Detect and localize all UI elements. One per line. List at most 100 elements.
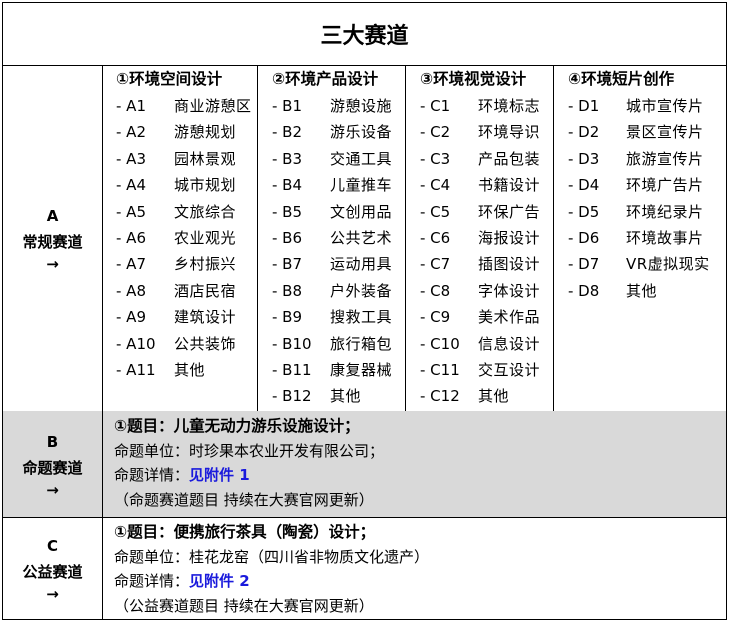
item-name: VR虚拟现实 [626, 255, 710, 274]
item-name: 公共装饰 [174, 334, 237, 353]
list-item: - B7 运动用具 [258, 251, 405, 277]
item-code: - B5 [272, 202, 303, 221]
item-name: 旅行箱包 [330, 334, 393, 353]
track-c-detail-label: 命题详情： [114, 572, 190, 590]
item-name: 交通工具 [330, 149, 393, 168]
track-c-letter: C [46, 537, 58, 555]
item-code: - C7 [420, 255, 451, 274]
item-code: - C8 [420, 281, 451, 300]
list-item: - B8 户外装备 [258, 278, 405, 304]
track-c-attachment-link[interactable]: 见附件 2 [189, 572, 250, 590]
item-code: - A2 [116, 123, 146, 142]
list-item: - A10 公共装饰 [102, 331, 257, 357]
item-name: 旅游宣传片 [626, 149, 704, 168]
track-b-unit: 命题单位：时珍果本农业开发有限公司； [114, 441, 385, 460]
track-b-note: （命题赛道题目 持续在大赛官网更新） [114, 490, 374, 509]
item-code: - B6 [272, 228, 303, 247]
item-name: 园林景观 [174, 149, 237, 168]
item-name: 其他 [478, 387, 510, 406]
item-code: - A3 [116, 149, 146, 168]
item-name: 搜救工具 [330, 308, 393, 327]
list-item: - A2 游憩规划 [102, 119, 257, 145]
list-item: - C8 字体设计 [406, 278, 553, 304]
item-code: - A6 [116, 228, 146, 247]
item-code: - A9 [116, 308, 146, 327]
item-name: 公共艺术 [330, 228, 393, 247]
list-item: - C9 美术作品 [406, 304, 553, 330]
list-item: - D7 VR虚拟现实 [554, 251, 726, 277]
item-code: - A1 [116, 97, 146, 115]
list-item: - D5 环境纪录片 [554, 199, 726, 225]
item-code: - B8 [272, 281, 303, 300]
item-name: 环境纪录片 [626, 202, 704, 221]
item-name: 儿童推车 [330, 176, 393, 195]
item-name: 运动用具 [330, 255, 393, 274]
track-c-name: 公益赛道 [22, 563, 83, 581]
arrow-right-icon: → [46, 255, 59, 273]
item-name: 书籍设计 [478, 176, 541, 195]
item-code: - B4 [272, 176, 303, 195]
track-b-label: B 命题赛道 → [3, 411, 103, 517]
track-c-row: C 公益赛道 → ①题目：便携旅行茶具（陶瓷）设计； 命题单位：桂花龙窑（四川省… [3, 517, 726, 619]
item-code: - C4 [420, 176, 451, 195]
list-item: - A9 建筑设计 [102, 304, 257, 330]
item-code: - C11 [420, 360, 460, 379]
track-b-name: 命题赛道 [22, 459, 83, 477]
item-name: 商业游憩区 [174, 97, 252, 115]
item-code: - D6 [568, 228, 600, 247]
item-name: 其他 [174, 360, 206, 379]
track-c-label: C 公益赛道 → [3, 517, 103, 619]
track-b-row: B 命题赛道 → ①题目：儿童无动力游乐设施设计； 命题单位：时珍果本农业开发有… [3, 411, 726, 518]
list-item: - C2 环境导识 [406, 119, 553, 145]
track-a-letter: A [46, 207, 59, 225]
item-name: 海报设计 [478, 228, 541, 247]
list-item: - B9 搜救工具 [258, 304, 405, 330]
list-item: - A1 商业游憩区 [102, 93, 257, 119]
list-item: - D4 环境广告片 [554, 172, 726, 198]
category-column: ②环境产品设计 - B1 游憩设施 - B2 游乐设备 - B3 交通工具 - B4 儿童推车 -… [258, 65, 406, 411]
item-code: - B12 [272, 387, 312, 406]
track-b-attachment-link[interactable]: 见附件 1 [189, 466, 250, 484]
item-code: - A5 [116, 202, 146, 221]
item-code: - B7 [272, 255, 303, 274]
list-item: - B2 游乐设备 [258, 119, 405, 145]
item-name: 游乐设备 [330, 123, 393, 142]
category-column: ①环境空间设计 - A1 商业游憩区 - A2 游憩规划 - A3 园林景观 - A4 城市规划… [102, 65, 258, 411]
list-item: - A4 城市规划 [102, 172, 257, 198]
item-name: 环境故事片 [626, 228, 704, 247]
item-code: - D3 [568, 149, 600, 168]
item-name: 环境标志 [478, 97, 541, 115]
item-code: - D8 [568, 281, 600, 300]
list-item: - A6 农业观光 [102, 225, 257, 251]
item-name: 插图设计 [478, 255, 541, 274]
track-b-topic: ①题目：儿童无动力游乐设施设计； [114, 417, 360, 435]
list-item: - A5 文旅综合 [102, 199, 257, 225]
list-item: - D3 旅游宣传片 [554, 146, 726, 172]
item-name: 环境广告片 [626, 176, 704, 195]
item-code: - B3 [272, 149, 303, 168]
table-title: 三大赛道 [3, 3, 726, 66]
item-code: - A4 [116, 176, 146, 195]
item-code: - A7 [116, 255, 146, 274]
track-b-detail-line: 命题详情：见附件 1 [114, 463, 726, 488]
item-code: - A11 [116, 360, 156, 379]
track-a-name: 常规赛道 [22, 233, 83, 251]
track-a-label: A 常规赛道 → [3, 65, 103, 411]
track-b-letter: B [46, 433, 59, 451]
list-item: - B6 公共艺术 [258, 225, 405, 251]
list-item: - C10 信息设计 [406, 331, 553, 357]
item-name: 游憩规划 [174, 123, 237, 142]
item-code: - C6 [420, 228, 451, 247]
item-name: 建筑设计 [174, 308, 237, 327]
track-c-unit: 命题单位：桂花龙窑（四川省非物质文化遗产） [114, 547, 430, 566]
item-name: 产品包装 [478, 149, 541, 168]
item-name: 城市宣传片 [626, 97, 704, 115]
item-name: 其他 [626, 281, 658, 300]
list-item: - C7 插图设计 [406, 251, 553, 277]
item-name: 游憩设施 [330, 97, 393, 115]
item-code: - B11 [272, 360, 312, 379]
list-item: - D2 景区宣传片 [554, 119, 726, 145]
item-code: - C5 [420, 202, 451, 221]
item-name: 酒店民宿 [174, 281, 237, 300]
list-item: - B5 文创用品 [258, 199, 405, 225]
